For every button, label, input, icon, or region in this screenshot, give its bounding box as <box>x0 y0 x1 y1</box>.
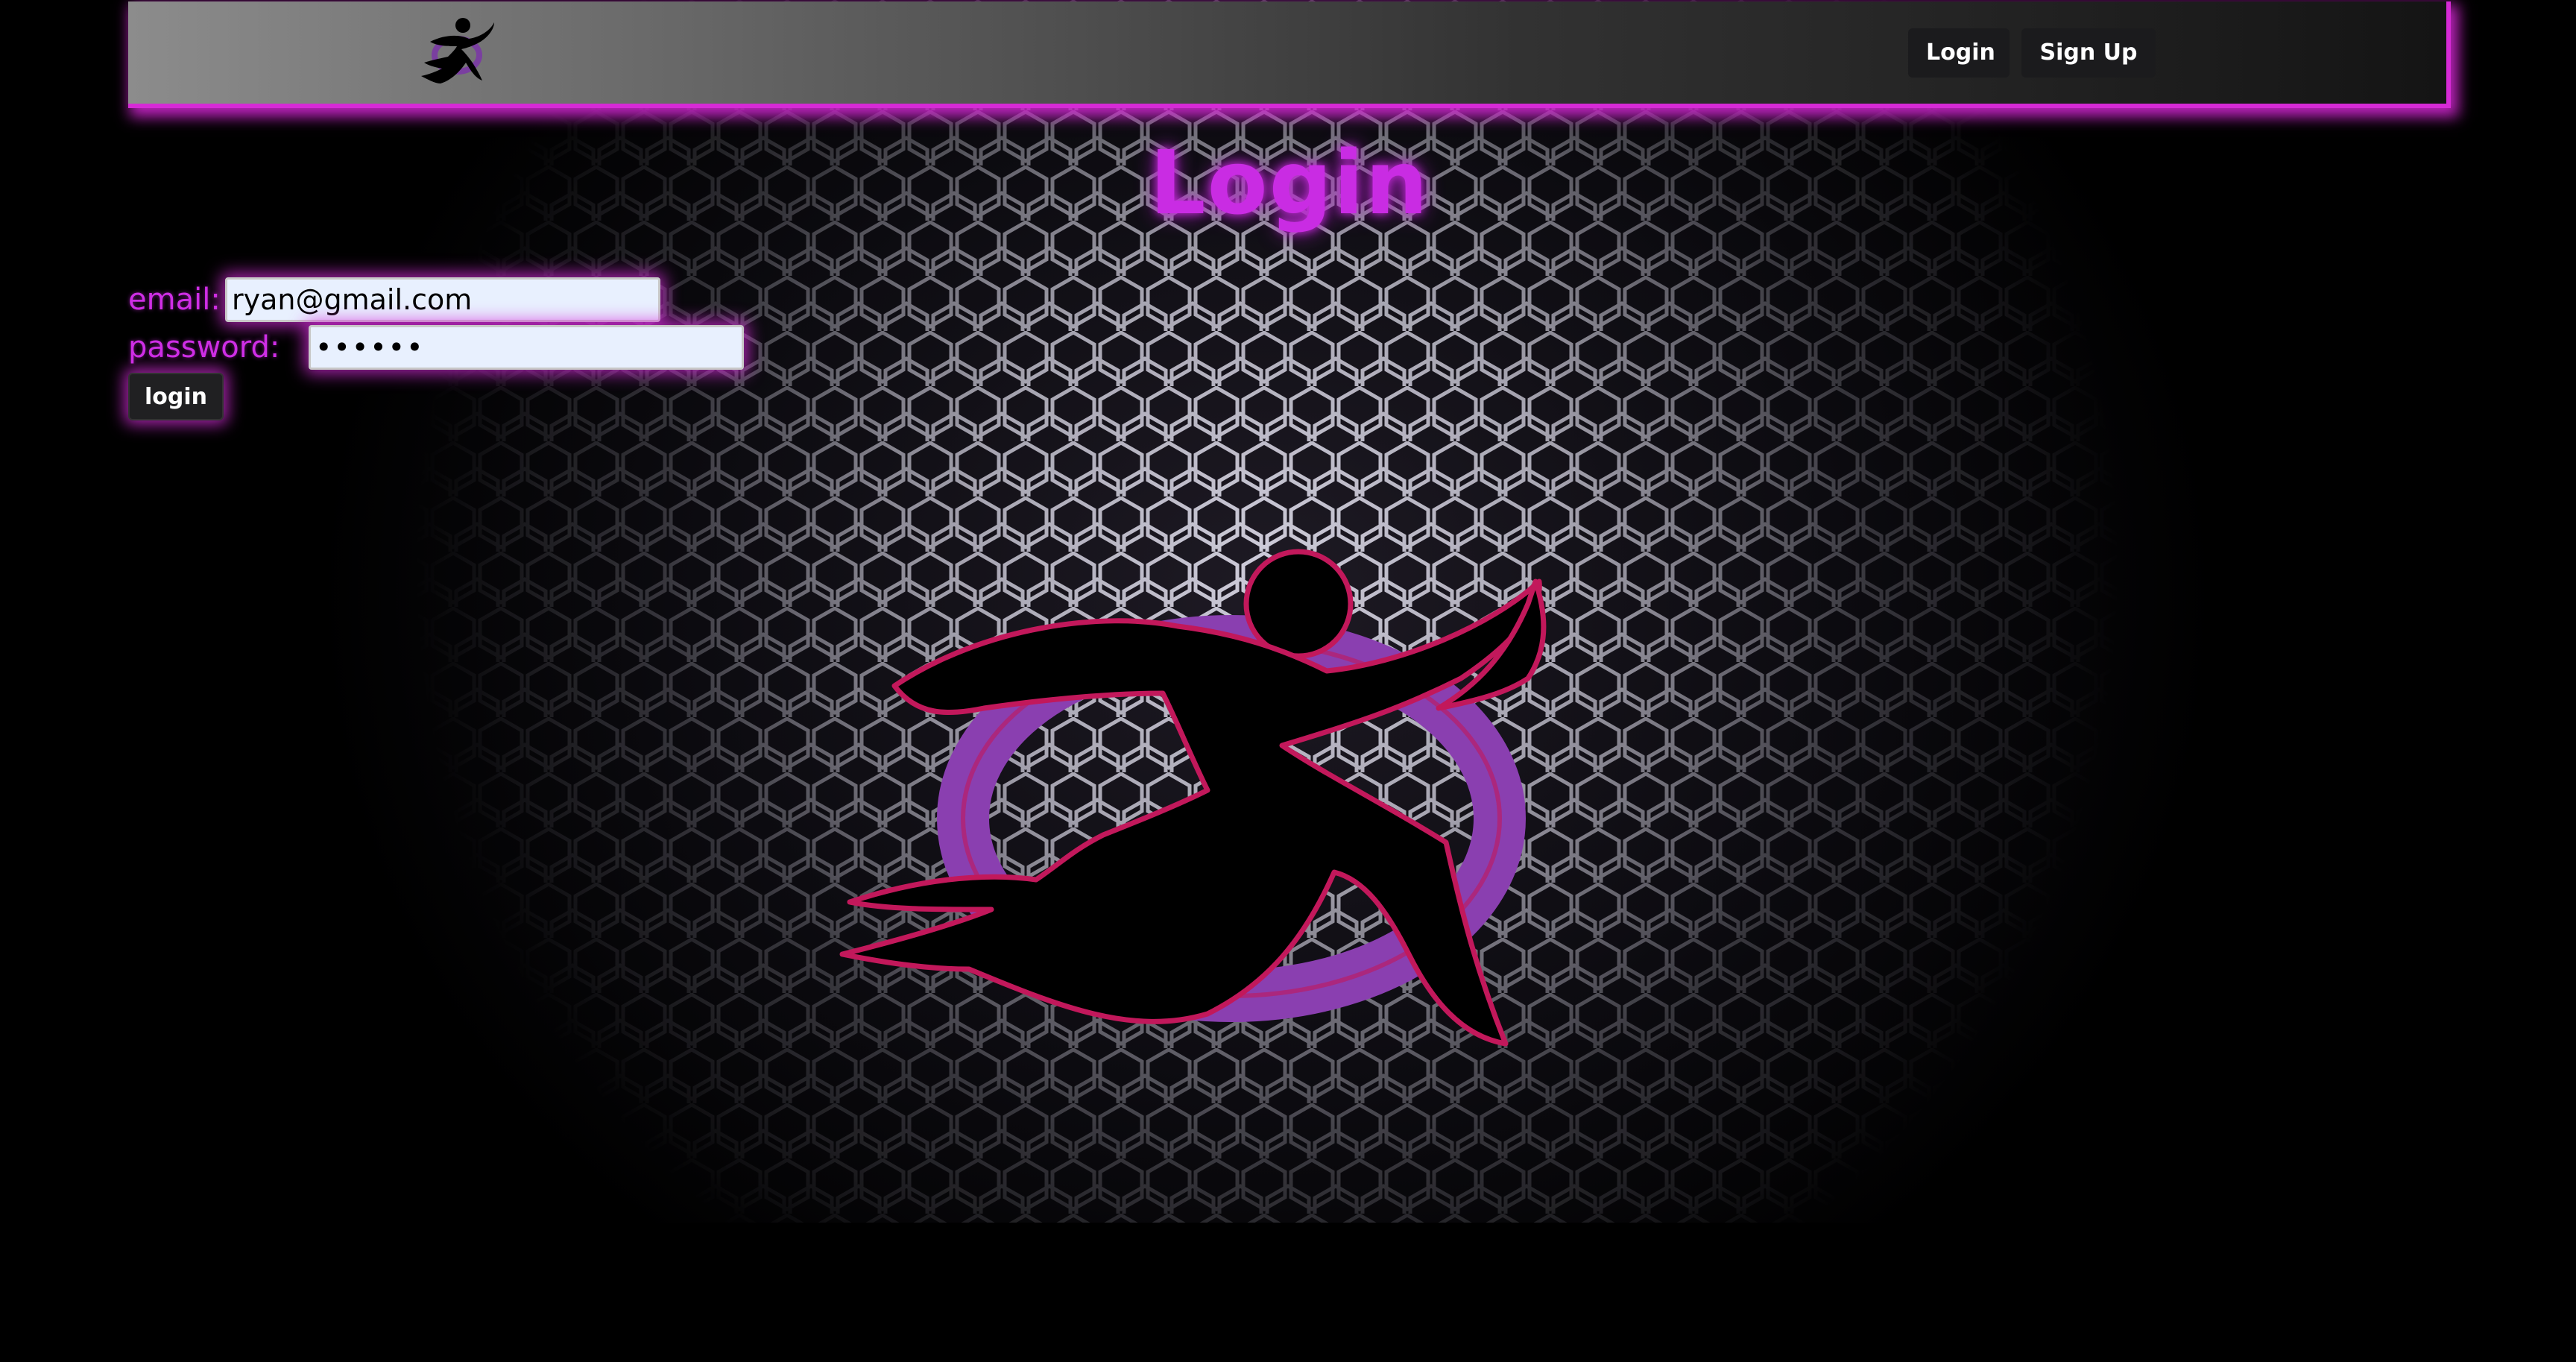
top-navbar: Login Sign Up <box>128 1 2451 108</box>
password-field[interactable] <box>309 325 744 370</box>
nav-signup-button[interactable]: Sign Up <box>2021 28 2156 78</box>
password-label: password: <box>128 330 280 365</box>
login-submit-button[interactable]: login <box>128 373 224 420</box>
login-page: Login Sign Up Login email: password: log… <box>0 0 2576 1362</box>
running-figure-logo-icon[interactable] <box>415 12 499 92</box>
email-field[interactable] <box>225 277 660 322</box>
running-figure-emblem-icon <box>839 549 1547 1047</box>
page-title: Login <box>1149 131 1430 234</box>
nav-login-button[interactable]: Login <box>1908 28 2010 78</box>
email-label: email: <box>128 283 221 317</box>
